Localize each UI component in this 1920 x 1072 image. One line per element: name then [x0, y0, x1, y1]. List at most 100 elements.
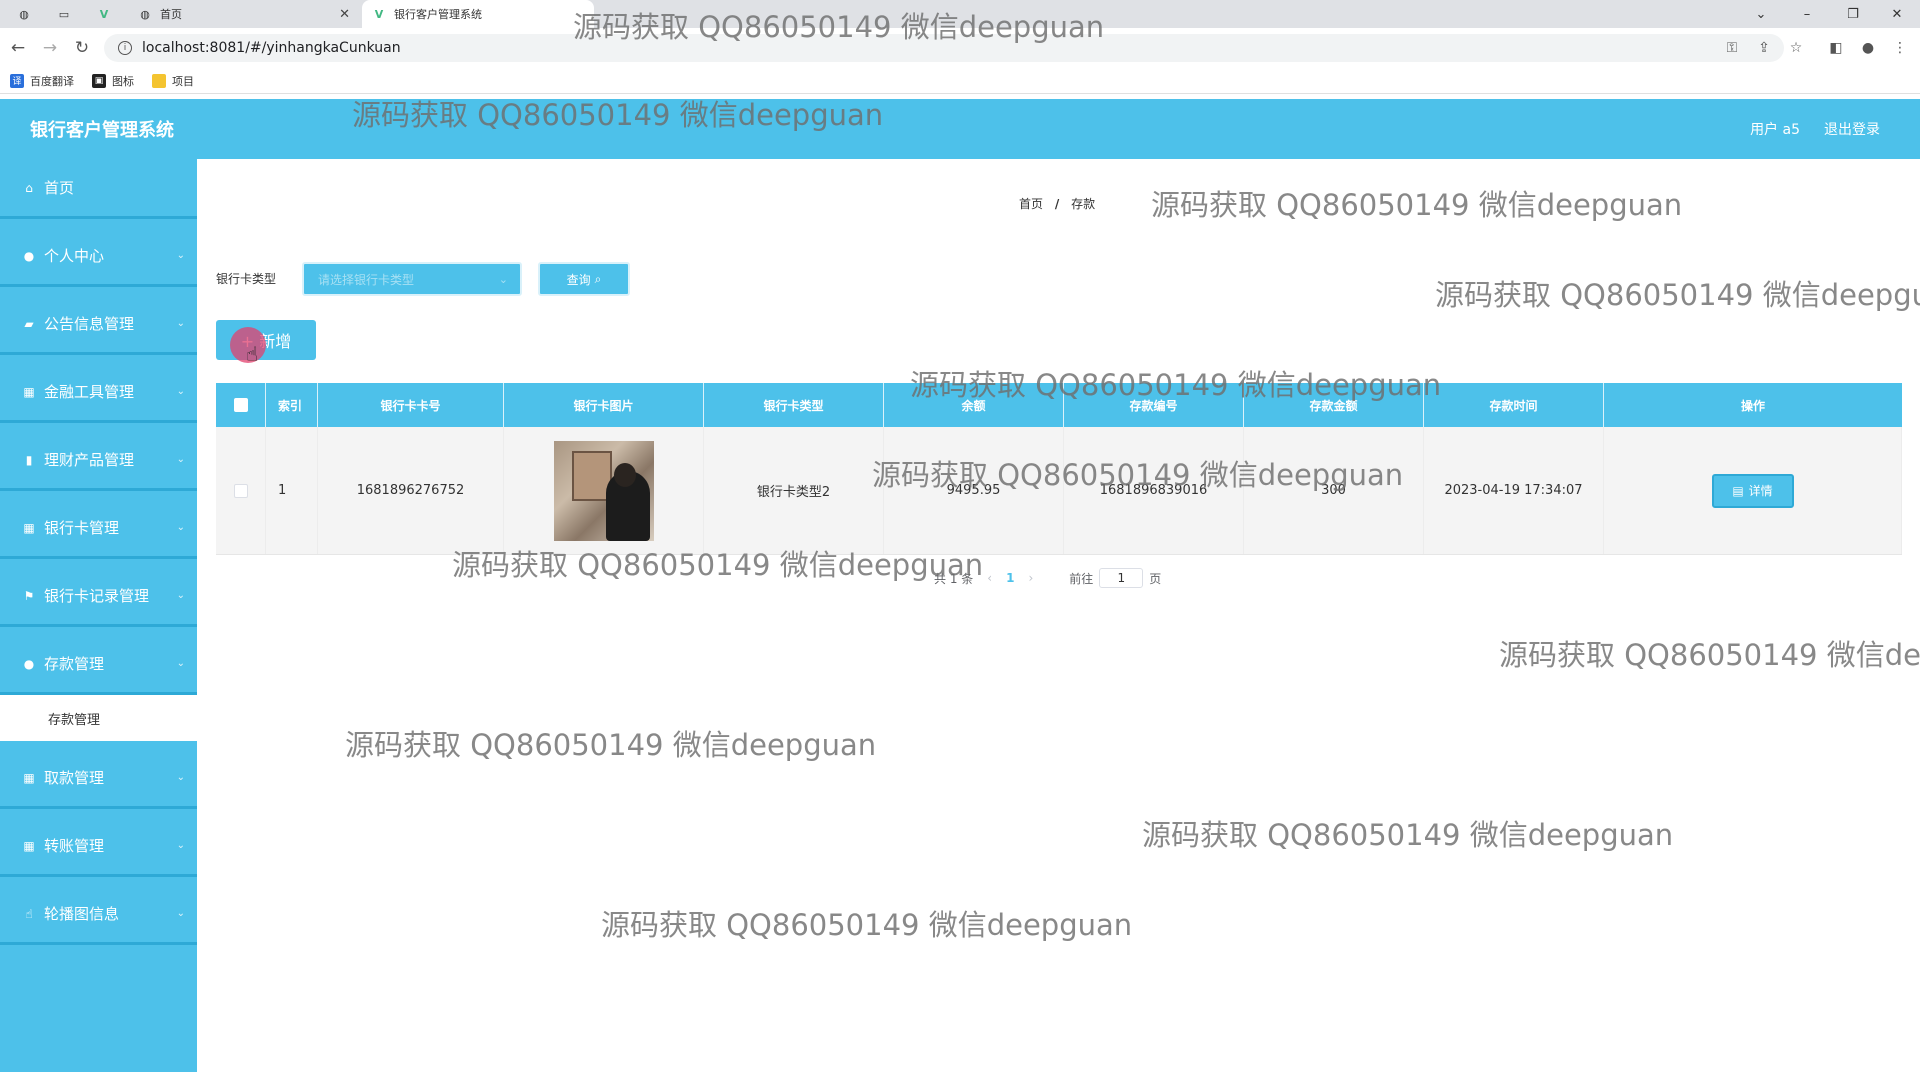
card-type-select[interactable]: 请选择银行卡类型 ⌄ [302, 262, 522, 296]
browser-tab-strip: ◍ ▭ V ◍ 首页 ✕ V 银行客户管理系统 ⌄ – ❐ ✕ [0, 0, 1920, 28]
sidebar-item-label: 金融工具管理 [44, 383, 135, 401]
menu-dots-icon[interactable]: ⋮ [1890, 38, 1910, 58]
sidebar-item-card-records[interactable]: ⚑ 银行卡记录管理 ⌄ [0, 567, 197, 627]
user-icon: ● [23, 248, 35, 263]
select-all-checkbox[interactable] [233, 398, 248, 412]
prev-page-icon[interactable]: ‹ [987, 571, 992, 585]
column-header-card-type: 银行卡类型 [704, 383, 884, 427]
next-page-icon[interactable]: › [1028, 571, 1033, 585]
close-window-icon[interactable]: ✕ [1874, 0, 1920, 28]
row-checkbox[interactable] [233, 483, 248, 498]
watermark-text: 源码获取 QQ86050149 微信deepguan [1499, 638, 1920, 672]
detail-button[interactable]: ▤ 详情 [1711, 473, 1794, 508]
vue-icon: V [99, 7, 109, 21]
sidebar-item-profile[interactable]: ● 个人中心 ⌄ [0, 227, 197, 287]
share-icon[interactable]: ⇪ [1754, 38, 1774, 58]
app-title: 银行客户管理系统 [30, 120, 174, 141]
cell-card-image [504, 427, 704, 554]
cell-actions: ▤ 详情 [1604, 427, 1902, 554]
pagination-total: 共 1 条 [934, 571, 974, 586]
star-icon[interactable]: ☆ [1786, 38, 1806, 58]
logout-link[interactable]: 退出登录 [1824, 119, 1880, 139]
column-header-actions: 操作 [1740, 398, 1765, 413]
watermark-text: 源码获取 QQ86050149 微信deepguan [1435, 278, 1920, 312]
bookmark-icon: ▣ [92, 73, 106, 88]
sidebar-item-home[interactable]: ⌂ 首页 [0, 159, 197, 219]
minimize-icon[interactable]: – [1784, 0, 1830, 28]
chevron-down-icon: ⌄ [176, 386, 185, 397]
user-icon: ● [23, 656, 35, 671]
url-text: localhost:8081/#/yinhangkaCunkuan [142, 40, 401, 56]
chevron-down-icon: ⌄ [176, 590, 185, 601]
pagination: 共 1 条 ‹ 1 › 前往 1 页 [934, 568, 1161, 588]
browser-tab[interactable]: ◍ [8, 0, 48, 28]
sidebar-item-financial-tools[interactable]: ▦ 金融工具管理 ⌄ [0, 363, 197, 423]
search-icon: ⌕ [594, 271, 602, 286]
key-icon[interactable]: ⚿ [1722, 38, 1742, 58]
watermark-text: 源码获取 QQ86050149 微信deepguan [601, 908, 1133, 942]
hand-cursor-icon: ☝ [246, 342, 259, 366]
chat-icon: ▰ [24, 316, 34, 331]
chevron-down-icon: ⌄ [176, 250, 185, 261]
table-header: 索引 银行卡卡号 银行卡图片 银行卡类型 余额 存款编号 存款金额 存款时间 操… [216, 383, 1902, 427]
column-header-amount: 存款金额 [1244, 383, 1424, 427]
goto-label: 前往 [1069, 571, 1094, 586]
sidebar-item-label: 转账管理 [44, 837, 105, 855]
info-icon[interactable]: i [118, 41, 132, 55]
profile-icon[interactable]: ● [1858, 38, 1878, 58]
header-user-area: 用户 a5 退出登录 [1726, 99, 1880, 159]
chevron-down-icon[interactable]: ⌄ [1738, 0, 1784, 28]
bookmark-icons[interactable]: ▣ 图标 [92, 73, 134, 89]
close-tab-icon[interactable]: ✕ [339, 7, 350, 22]
sidebar-subitem-deposit-management[interactable]: 存款管理 [0, 695, 197, 741]
card-photo[interactable] [553, 440, 654, 541]
detail-button-label: 详情 [1748, 484, 1773, 498]
browser-tab-active[interactable]: V 银行客户管理系统 [362, 0, 594, 28]
page-suffix: 页 [1149, 571, 1162, 586]
tab-title: 银行客户管理系统 [394, 8, 482, 21]
bookmark-baidu-translate[interactable]: 译 百度翻译 [10, 73, 74, 89]
sidebar-item-wealth-products[interactable]: ▮ 理财产品管理 ⌄ [0, 431, 197, 491]
sidebar-item-withdrawals[interactable]: ▦ 取款管理 ⌄ [0, 749, 197, 809]
side-panel-icon[interactable]: ◧ [1826, 38, 1846, 58]
card-type-filter-label: 银行卡类型 [216, 272, 277, 286]
sidebar-item-carousel[interactable]: ☝ 轮播图信息 ⌄ [0, 885, 197, 945]
sidebar-item-notices[interactable]: ▰ 公告信息管理 ⌄ [0, 295, 197, 355]
sidebar-item-transfers[interactable]: ▦ 转账管理 ⌄ [0, 817, 197, 877]
browser-tab[interactable]: V [88, 0, 128, 28]
translate-icon: 译 [10, 73, 24, 88]
chevron-down-icon: ⌄ [176, 908, 185, 919]
url-field[interactable]: i localhost:8081/#/yinhangkaCunkuan [104, 34, 1784, 62]
query-button[interactable]: 查询 ⌕ [538, 262, 630, 296]
app-header: 银行客户管理系统 用户 a5 退出登录 [0, 99, 1920, 159]
vue-icon: V [374, 7, 384, 21]
deposits-table: 索引 银行卡卡号 银行卡图片 银行卡类型 余额 存款编号 存款金额 存款时间 操… [216, 383, 1902, 555]
bookmark-projects[interactable]: 项目 [152, 73, 194, 89]
browser-tab[interactable]: ▭ [48, 0, 88, 28]
chevron-down-icon: ⌄ [176, 840, 185, 851]
restore-icon[interactable]: ❐ [1830, 0, 1876, 28]
row-select-cell [216, 427, 266, 554]
browser-tab-home[interactable]: ◍ 首页 ✕ [128, 0, 360, 28]
sidebar-item-bank-cards[interactable]: ▦ 银行卡管理 ⌄ [0, 499, 197, 559]
grid-icon: ▦ [23, 838, 35, 853]
sidebar-item-label: 公告信息管理 [44, 315, 135, 333]
chevron-down-icon: ⌄ [176, 318, 185, 329]
watermark-text: 源码获取 QQ86050149 微信deepguan [345, 728, 877, 762]
folder-icon [152, 73, 166, 88]
bookmark-label: 百度翻译 [30, 74, 74, 88]
sidebar: ⌂ 首页 ● 个人中心 ⌄ ▰ 公告信息管理 ⌄ ▦ 金融工具管理 ⌄ ▮ 理财… [0, 159, 197, 1072]
cell-time: 2023-04-19 17:34:07 [1424, 427, 1604, 554]
goto-page-input[interactable]: 1 [1099, 568, 1144, 588]
column-header-card-image: 银行卡图片 [504, 383, 704, 427]
column-header-card-no: 银行卡卡号 [318, 383, 504, 427]
sidebar-item-deposits[interactable]: ● 存款管理 ⌄ [0, 635, 197, 695]
page-number-current[interactable]: 1 [1006, 571, 1014, 585]
breadcrumb-home[interactable]: 首页 [1019, 197, 1043, 211]
watermark-text: 源码获取 QQ86050149 微信deepguan [1151, 188, 1683, 222]
sidebar-item-label: 个人中心 [44, 247, 105, 265]
back-icon[interactable]: ← [6, 36, 30, 60]
tab-title: 首页 [160, 8, 182, 21]
forward-icon[interactable]: → [38, 36, 62, 60]
reload-icon[interactable]: ↻ [70, 36, 94, 60]
